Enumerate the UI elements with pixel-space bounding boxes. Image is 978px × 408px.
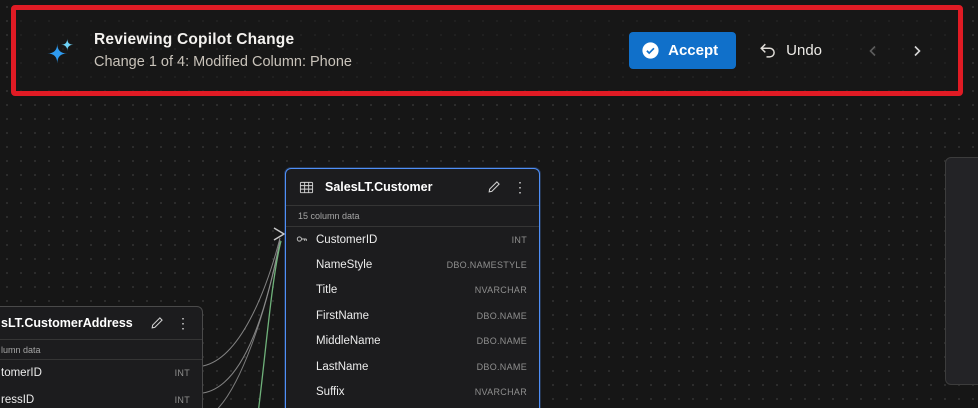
banner-title: Reviewing Copilot Change (94, 31, 611, 49)
column-name: NameStyle (316, 259, 372, 271)
edit-pencil-icon[interactable] (483, 176, 505, 198)
edit-pencil-icon[interactable] (146, 312, 168, 334)
table-card-header[interactable]: sLT.CustomerAddress ⋮ (0, 307, 202, 340)
edge-arrowhead-icon (274, 228, 284, 240)
previous-change-button[interactable] (858, 36, 888, 66)
column-name: Suffix (316, 386, 345, 398)
banner-subtitle: Change 1 of 4: Modified Column: Phone (94, 54, 611, 70)
column-type: INT (175, 395, 190, 405)
column-name: Title (316, 284, 337, 296)
column-name: LastName (316, 361, 368, 373)
partial-table-card-right[interactable] (945, 157, 978, 385)
column-type: INT (512, 235, 527, 245)
column-name: ressID (1, 394, 34, 406)
column-name: FirstName (316, 310, 369, 322)
column-type: DBO.NAME (477, 336, 527, 346)
column-row[interactable]: NameStyle DBO.NAMESTYLE (286, 252, 539, 277)
column-row[interactable]: CustomerID INT (286, 227, 539, 252)
undo-button[interactable]: Undo (750, 33, 830, 69)
accept-check-icon (641, 41, 660, 60)
kebab-menu-icon[interactable]: ⋮ (509, 176, 531, 198)
table-icon (295, 176, 317, 198)
column-name: CustomerID (316, 234, 377, 246)
column-count-label: lumn data (0, 340, 202, 360)
column-type: DBO.NAME (477, 311, 527, 321)
copilot-review-banner: Reviewing Copilot Change Change 1 of 4: … (11, 5, 963, 96)
chevron-right-icon (909, 43, 925, 59)
accept-label: Accept (668, 42, 718, 59)
column-type: DBO.NAME (477, 362, 527, 372)
column-type: NVARCHAR (475, 285, 527, 295)
column-name: tomerID (1, 367, 42, 379)
undo-icon (758, 41, 778, 60)
column-count-label: 15 column data (286, 206, 539, 227)
key-icon (295, 232, 309, 251)
column-row[interactable]: Suffix NVARCHAR (286, 379, 539, 404)
undo-label: Undo (786, 42, 822, 59)
table-title: SalesLT.Customer (325, 180, 475, 194)
column-type: INT (175, 368, 190, 378)
table-card-customer[interactable]: SalesLT.Customer ⋮ 15 column data Custom… (285, 168, 540, 408)
schema-designer-canvas[interactable]: sLT.CustomerAddress ⋮ lumn data tomerID … (0, 0, 978, 408)
column-row[interactable]: ressID INT (0, 387, 202, 408)
table-card-header[interactable]: SalesLT.Customer ⋮ (286, 169, 539, 206)
table-card-customeraddress[interactable]: sLT.CustomerAddress ⋮ lumn data tomerID … (0, 306, 203, 408)
kebab-menu-icon[interactable]: ⋮ (172, 312, 194, 334)
column-row[interactable]: MiddleName DBO.NAME (286, 329, 539, 354)
column-row[interactable]: Title NVARCHAR (286, 278, 539, 303)
column-row[interactable]: tomerID INT (0, 360, 202, 387)
highlighted-relationship-edge (258, 241, 281, 408)
chevron-left-icon (865, 43, 881, 59)
column-type: DBO.NAMESTYLE (447, 260, 527, 270)
accept-button[interactable]: Accept (629, 32, 736, 69)
column-name: MiddleName (316, 335, 381, 347)
table-title: sLT.CustomerAddress (1, 316, 138, 330)
copilot-icon (46, 36, 76, 66)
next-change-button[interactable] (902, 36, 932, 66)
column-type: NVARCHAR (475, 387, 527, 397)
column-row[interactable]: LastName DBO.NAME (286, 354, 539, 379)
column-row[interactable]: FirstName DBO.NAME (286, 303, 539, 328)
